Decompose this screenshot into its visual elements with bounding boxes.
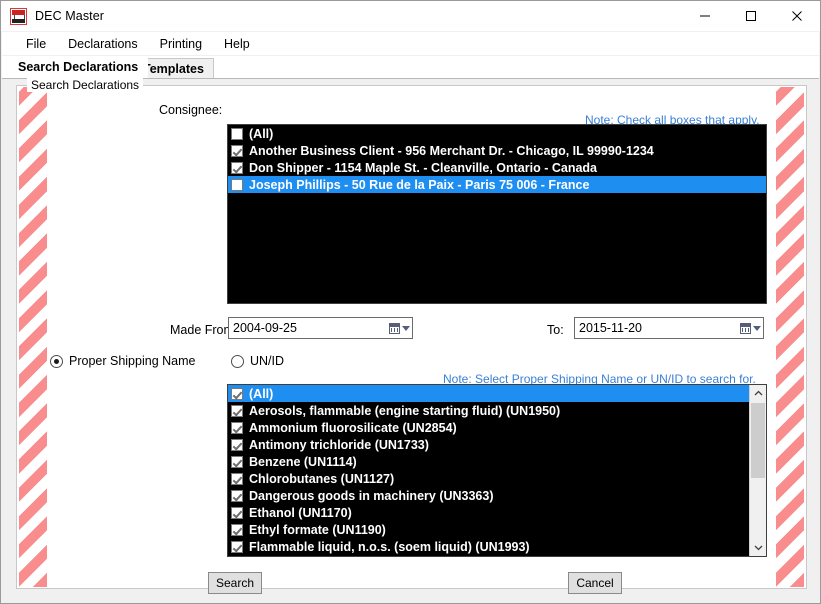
list-item[interactable]: Benzene (UN1114) bbox=[228, 453, 766, 470]
list-item-label: Ammonium fluorosilicate (UN2854) bbox=[249, 420, 457, 435]
radio-label: UN/ID bbox=[250, 354, 285, 368]
to-value: 2015-11-20 bbox=[579, 321, 643, 335]
checkbox-icon[interactable] bbox=[231, 438, 243, 451]
menu-bar: File Declarations Printing Help bbox=[2, 32, 819, 55]
checkbox-icon[interactable] bbox=[231, 523, 243, 536]
search-declarations-groupbox: Search Declarations Consignee: Note: Che… bbox=[16, 78, 808, 594]
checkbox-icon[interactable] bbox=[231, 506, 243, 519]
list-item[interactable]: Antimony trichloride (UN1733) bbox=[228, 436, 766, 453]
close-button[interactable] bbox=[774, 1, 820, 31]
app-window: DEC Master File Declarations Printing He… bbox=[0, 0, 821, 604]
list-item[interactable]: Aerosols, flammable (engine starting flu… bbox=[228, 402, 766, 419]
radio-proper-shipping-name[interactable]: Proper Shipping Name bbox=[50, 354, 195, 368]
list-item-label: Joseph Phillips - 50 Rue de la Paix - Pa… bbox=[249, 177, 590, 192]
list-item[interactable]: Chlorobutanes (UN1127) bbox=[228, 470, 766, 487]
radio-label: Proper Shipping Name bbox=[69, 354, 196, 368]
tab-search-declarations[interactable]: Search Declarations bbox=[8, 56, 149, 78]
consignee-label: Consignee: bbox=[159, 103, 223, 117]
scrollbar-thumb[interactable] bbox=[751, 403, 765, 478]
to-datefield[interactable]: 2015-11-20 bbox=[574, 317, 764, 339]
shipping-listbox-scrollbar[interactable] bbox=[749, 385, 766, 556]
made-from-calendar-button[interactable] bbox=[386, 318, 412, 338]
menu-item-file[interactable]: File bbox=[15, 35, 57, 53]
menu-item-help[interactable]: Help bbox=[213, 35, 261, 53]
menu-item-printing[interactable]: Printing bbox=[149, 35, 213, 53]
list-item[interactable]: Flammable liquid, n.o.s. (soem liquid) (… bbox=[228, 538, 766, 555]
list-item-label: Ethanol (UN1170) bbox=[249, 505, 352, 520]
list-item[interactable]: (All) bbox=[228, 385, 766, 402]
list-item-label: (All) bbox=[249, 126, 274, 141]
app-icon bbox=[10, 7, 27, 25]
checkbox-icon[interactable] bbox=[231, 489, 243, 502]
list-item[interactable]: Ethyl formate (UN1190) bbox=[228, 521, 766, 538]
list-item[interactable]: Isopropanol (UN1219) bbox=[228, 555, 766, 558]
list-item-label: Antimony trichloride (UN1733) bbox=[249, 437, 429, 452]
checkbox-icon[interactable] bbox=[231, 161, 243, 174]
tab-strip: Search Declarations Templates bbox=[2, 56, 819, 79]
to-calendar-button[interactable] bbox=[737, 318, 763, 338]
checkbox-icon[interactable] bbox=[231, 421, 243, 434]
minimize-icon bbox=[700, 15, 710, 17]
close-icon bbox=[792, 11, 802, 21]
calendar-icon bbox=[739, 322, 751, 334]
cancel-button[interactable]: Cancel bbox=[568, 572, 622, 594]
list-item[interactable]: Don Shipper - 1154 Maple St. - Cleanvill… bbox=[228, 159, 766, 176]
window-title: DEC Master bbox=[35, 9, 105, 23]
radio-un-id[interactable]: UN/ID bbox=[231, 354, 284, 368]
radio-icon[interactable] bbox=[50, 354, 63, 368]
menu-item-declarations[interactable]: Declarations bbox=[57, 35, 148, 53]
list-item-label: Don Shipper - 1154 Maple St. - Cleanvill… bbox=[249, 160, 597, 175]
form-content: Consignee: Note: Check all boxes that ap… bbox=[17, 86, 808, 594]
list-item[interactable]: Another Business Client - 956 Merchant D… bbox=[228, 142, 766, 159]
checkbox-icon[interactable] bbox=[231, 540, 243, 553]
checkbox-icon[interactable] bbox=[231, 178, 243, 191]
list-item[interactable]: Ethanol (UN1170) bbox=[228, 504, 766, 521]
list-item-label: Flammable liquid, n.o.s. (soem liquid) (… bbox=[249, 539, 530, 554]
checkbox-icon[interactable] bbox=[231, 387, 243, 400]
title-bar[interactable]: DEC Master bbox=[1, 1, 820, 31]
checkbox-icon[interactable] bbox=[231, 472, 243, 485]
list-item-label: Another Business Client - 956 Merchant D… bbox=[249, 143, 654, 158]
shipping-name-listbox[interactable]: (All) Aerosols, flammable (engine starti… bbox=[227, 384, 767, 557]
list-item-label: Ethyl formate (UN1190) bbox=[249, 522, 386, 537]
list-item[interactable]: Dangerous goods in machinery (UN3363) bbox=[228, 487, 766, 504]
list-item-label: Benzene (UN1114) bbox=[249, 454, 357, 469]
search-button[interactable]: Search bbox=[208, 572, 262, 594]
minimize-button[interactable] bbox=[682, 1, 728, 31]
consignee-listbox[interactable]: (All) Another Business Client - 956 Merc… bbox=[227, 124, 767, 304]
checkbox-icon[interactable] bbox=[231, 144, 243, 157]
list-item[interactable]: Joseph Phillips - 50 Rue de la Paix - Pa… bbox=[228, 176, 766, 193]
groupbox-label: Search Declarations bbox=[27, 78, 144, 92]
list-item-label: Isopropanol (UN1219) bbox=[249, 557, 378, 558]
list-item[interactable]: Ammonium fluorosilicate (UN2854) bbox=[228, 419, 766, 436]
checkbox-icon[interactable] bbox=[231, 127, 243, 140]
made-from-value: 2004-09-25 bbox=[233, 321, 297, 335]
maximize-button[interactable] bbox=[728, 1, 774, 31]
checkbox-icon[interactable] bbox=[231, 404, 243, 417]
chevron-down-icon bbox=[401, 325, 410, 331]
scroll-down-arrow-icon[interactable] bbox=[750, 539, 766, 556]
list-item-label: (All) bbox=[249, 386, 274, 401]
checkbox-icon[interactable] bbox=[231, 455, 243, 468]
scroll-up-arrow-icon[interactable] bbox=[750, 385, 766, 402]
radio-icon[interactable] bbox=[231, 354, 244, 368]
chevron-down-icon bbox=[752, 325, 761, 331]
to-label: To: bbox=[547, 323, 564, 337]
list-item-label: Aerosols, flammable (engine starting flu… bbox=[249, 403, 561, 418]
maximize-icon bbox=[746, 11, 756, 21]
list-item-label: Dangerous goods in machinery (UN3363) bbox=[249, 488, 494, 503]
list-item[interactable]: (All) bbox=[228, 125, 766, 142]
calendar-icon bbox=[388, 322, 400, 334]
list-item-label: Chlorobutanes (UN1127) bbox=[249, 471, 395, 486]
window-controls bbox=[682, 1, 820, 31]
made-from-datefield[interactable]: 2004-09-25 bbox=[228, 317, 413, 339]
